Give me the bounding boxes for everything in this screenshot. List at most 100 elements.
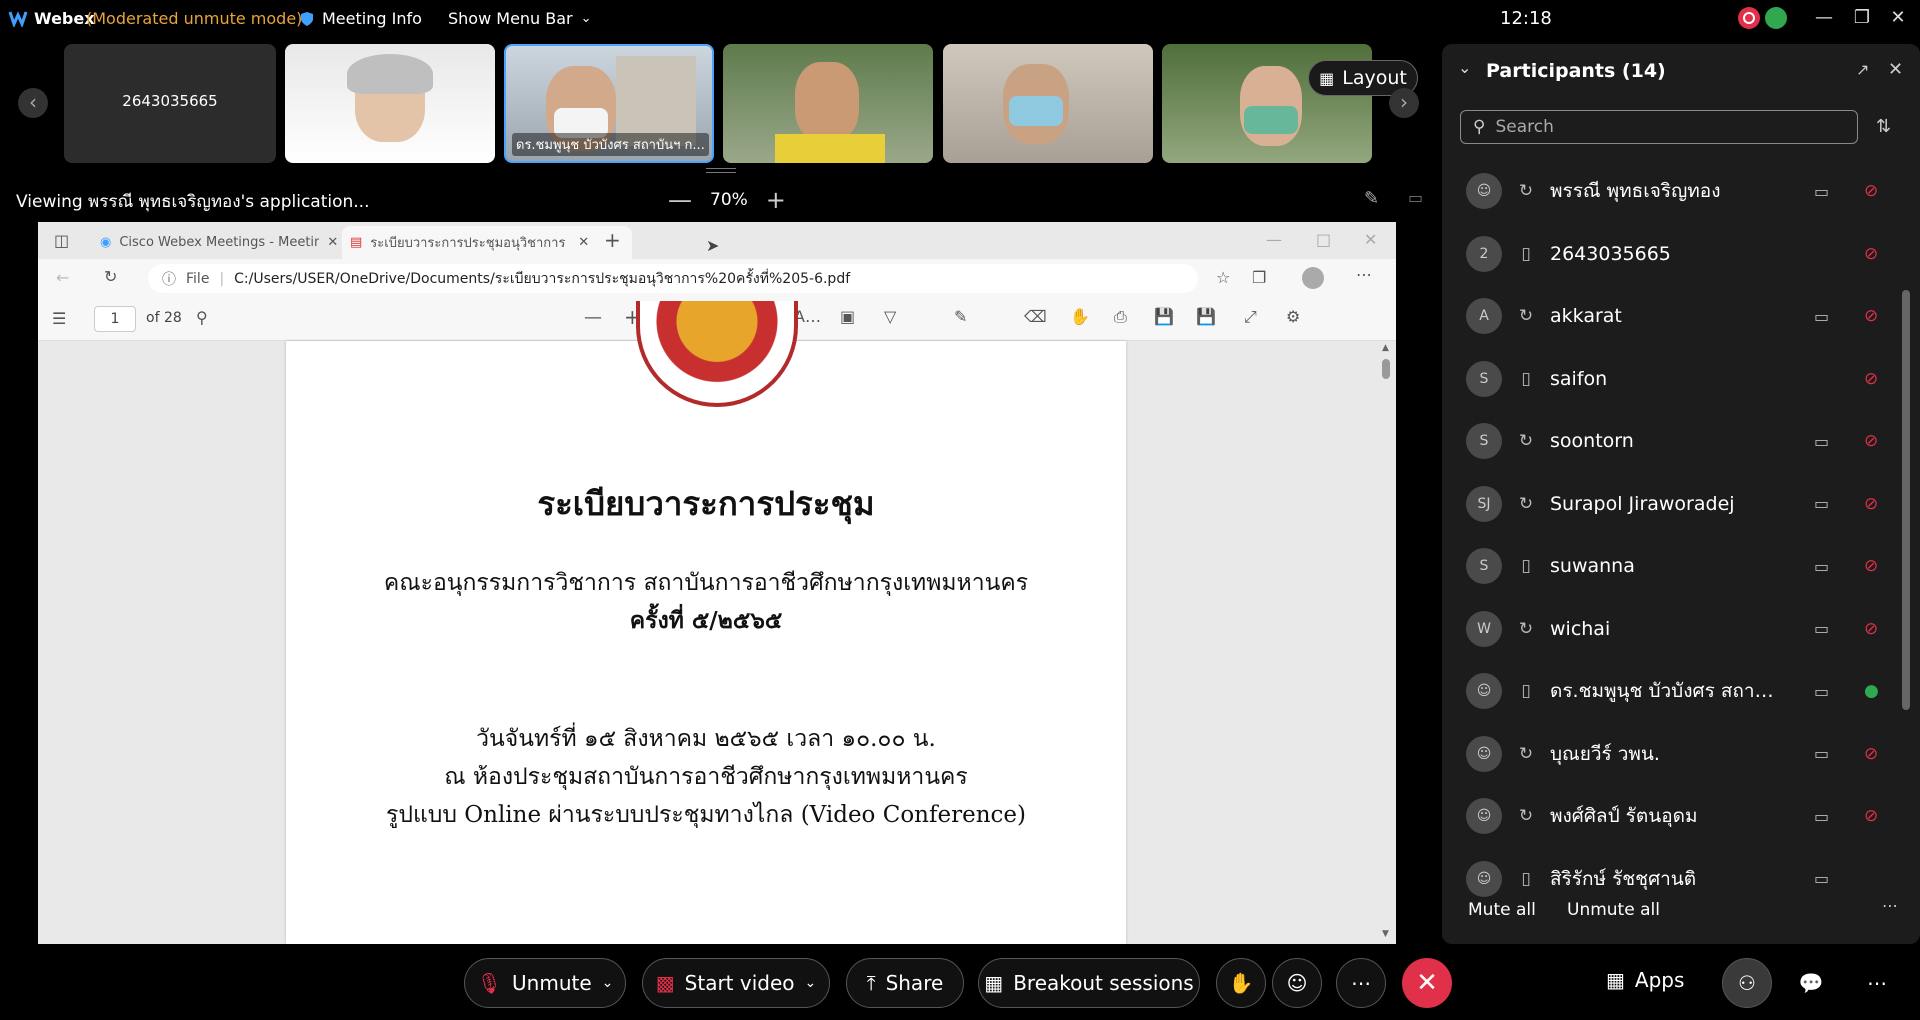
video-tile[interactable] — [723, 44, 933, 163]
maximize-icon[interactable]: □ — [1316, 230, 1331, 249]
camera-icon[interactable]: ▭ — [1814, 307, 1829, 326]
camera-icon[interactable]: ▭ — [1814, 682, 1829, 701]
draw-icon[interactable]: ▽ — [884, 307, 896, 326]
favorites-icon[interactable]: ☆ — [1216, 268, 1230, 287]
address-bar[interactable]: ⓘ File | C:/Users/USER/OneDrive/Document… — [148, 264, 1198, 293]
contents-icon[interactable]: ☰ — [52, 309, 66, 328]
participant-row[interactable]: ☺ ▯ สิริรักษ์ รัชชุศานติ ▭ — [1466, 854, 1886, 904]
chevron-down-icon[interactable]: ⌄ — [602, 975, 614, 991]
share-button[interactable]: ⤒ Share — [846, 958, 964, 1008]
filmstrip-next-button[interactable]: › — [1389, 88, 1419, 118]
participant-row[interactable]: S ↻ soontorn ▭ ⊘ — [1466, 416, 1886, 466]
profile-avatar[interactable] — [1302, 267, 1324, 289]
participant-row[interactable]: SJ ↻ Surapol Jiraworadej ▭ ⊘ — [1466, 479, 1886, 529]
mic-muted-icon[interactable]: ⊘ — [1864, 556, 1878, 576]
back-icon[interactable]: ← — [56, 268, 69, 287]
save-as-icon[interactable]: 💾 — [1196, 307, 1216, 326]
settings-icon[interactable]: ⚙ — [1286, 307, 1300, 326]
panel-scrollbar[interactable] — [1902, 290, 1910, 710]
close-tab-icon[interactable]: ✕ — [578, 235, 589, 250]
mute-all-button[interactable]: Mute all — [1468, 900, 1536, 920]
meeting-info-button[interactable]: Meeting Info — [300, 9, 422, 28]
minimize-icon[interactable]: — — [1266, 230, 1282, 249]
close-icon[interactable]: ✕ — [1364, 230, 1377, 249]
participants-toggle-button[interactable]: ⚇ — [1722, 958, 1772, 1008]
mic-muted-icon[interactable]: ⊘ — [1864, 744, 1878, 764]
camera-icon[interactable]: ▭ — [1814, 744, 1829, 763]
read-aloud-icon[interactable]: A… — [794, 307, 821, 326]
participant-row[interactable]: W ↻ wichai ▭ ⊘ — [1466, 604, 1886, 654]
participant-row[interactable]: 2 ▯ 2643035665 ⊘ — [1466, 229, 1886, 279]
tab-actions-icon[interactable]: ◫ — [54, 231, 69, 250]
search-icon[interactable]: ⚲ — [196, 308, 208, 327]
new-tab-icon[interactable]: + — [604, 228, 621, 252]
more-options-icon[interactable]: ⋯ — [1356, 265, 1372, 284]
zoom-out-icon[interactable]: — — [584, 307, 602, 328]
video-tile[interactable] — [285, 44, 495, 163]
mic-muted-icon[interactable]: ⊘ — [1864, 619, 1878, 639]
apps-button[interactable]: ▦ Apps — [1606, 968, 1684, 992]
text-box-icon[interactable]: ▣ — [840, 307, 855, 326]
more-panels-button[interactable]: ⋯ — [1852, 958, 1902, 1008]
camera-icon[interactable]: ▭ — [1814, 619, 1829, 638]
camera-icon[interactable]: ▭ — [1814, 807, 1829, 826]
mic-muted-icon[interactable]: ⊘ — [1864, 244, 1878, 264]
camera-icon[interactable]: ▭ — [1814, 494, 1829, 513]
annotate-icon[interactable]: ✎ — [1364, 188, 1379, 209]
zoom-out-button[interactable]: — — [668, 186, 692, 214]
zoom-in-button[interactable]: + — [766, 186, 786, 214]
participant-search-input[interactable]: ⚲ Search — [1460, 110, 1858, 144]
unmute-all-button[interactable]: Unmute all — [1567, 900, 1660, 920]
breakout-sessions-button[interactable]: ▦ Breakout sessions — [978, 958, 1200, 1008]
mic-muted-icon[interactable]: ⊘ — [1864, 806, 1878, 826]
close-tab-icon[interactable]: ✕ — [327, 235, 338, 250]
filmstrip-prev-button[interactable]: ‹ — [18, 88, 48, 118]
filmstrip-resize-handle[interactable] — [706, 168, 736, 173]
sort-icon[interactable]: ⇅ — [1876, 116, 1891, 137]
show-menu-bar-button[interactable]: Show Menu Bar ⌄ — [448, 9, 592, 28]
participant-row[interactable]: ☺ ↻ พรรณี พุทธเจริญทอง ▭ ⊘ — [1466, 166, 1886, 216]
start-video-button[interactable]: ▩ Start video ⌄ — [642, 958, 830, 1008]
pop-out-share-icon[interactable]: ▭ — [1408, 188, 1423, 207]
participant-row[interactable]: S ▯ saifon ⊘ — [1466, 354, 1886, 404]
reactions-button[interactable]: ☺ — [1272, 958, 1322, 1008]
browser-tab-webex[interactable]: ◉ Cisco Webex Meetings - Meeting ✕ — [92, 226, 378, 259]
minimize-window-icon[interactable]: — — [1804, 4, 1844, 32]
participant-row[interactable]: ☺ ↻ บุณยวีร์ วพน. ▭ ⊘ — [1466, 729, 1886, 779]
pdf-scrollbar[interactable]: ▲ ▼ — [1378, 341, 1394, 944]
pop-out-panel-icon[interactable]: ↗ — [1856, 60, 1869, 79]
scroll-down-icon[interactable]: ▼ — [1382, 929, 1389, 939]
scroll-thumb[interactable] — [1382, 359, 1390, 379]
scroll-up-icon[interactable]: ▲ — [1382, 343, 1389, 353]
browser-tab-pdf[interactable]: ▤ ระเบียบวาระการประชุมอนุวิชาการ ครั้ง ✕ — [342, 226, 632, 259]
more-options-button[interactable]: ⋯ — [1336, 958, 1386, 1008]
eraser-icon[interactable]: ⌫ — [1024, 307, 1047, 326]
participant-row[interactable]: ☺ ↻ พงศ์ศิลป์ รัตนอุดม ▭ ⊘ — [1466, 791, 1886, 841]
unmute-button[interactable]: 🎙 Unmute ⌄ — [464, 958, 626, 1008]
print-icon[interactable]: ⎙ — [1114, 307, 1127, 327]
highlight-icon[interactable]: ✎ — [954, 307, 967, 326]
video-tile[interactable] — [943, 44, 1153, 163]
recording-icon[interactable] — [1738, 7, 1760, 29]
leave-meeting-button[interactable]: ✕ — [1402, 958, 1452, 1008]
close-window-icon[interactable]: ✕ — [1878, 4, 1918, 32]
fullscreen-icon[interactable]: ⤢ — [1244, 307, 1257, 327]
camera-icon[interactable]: ▭ — [1814, 432, 1829, 451]
camera-icon[interactable]: ▭ — [1814, 557, 1829, 576]
video-tile[interactable]: 2643035665 — [64, 44, 276, 163]
network-stats-icon[interactable] — [1765, 7, 1787, 29]
mic-muted-icon[interactable]: ⊘ — [1864, 306, 1878, 326]
mic-muted-icon[interactable]: ⊘ — [1864, 494, 1878, 514]
camera-icon[interactable]: ▭ — [1814, 869, 1829, 888]
participant-row[interactable]: ☺ ▯ ดร.ชมพูนุช บัวบังศร สถาบั... ▭ ● — [1466, 666, 1886, 716]
mic-muted-icon[interactable]: ⊘ — [1864, 369, 1878, 389]
chat-button[interactable]: 💬 — [1786, 958, 1836, 1008]
video-tile-active[interactable]: ดร.ชมพูนุช บัวบังศร สถาบันฯ ก... — [504, 44, 714, 163]
mic-on-icon[interactable]: ● — [1864, 681, 1879, 701]
refresh-icon[interactable]: ↻ — [104, 267, 117, 286]
close-panel-icon[interactable]: ✕ — [1888, 59, 1903, 80]
page-number-input[interactable]: 1 — [94, 306, 136, 332]
camera-icon[interactable]: ▭ — [1814, 182, 1829, 201]
chevron-down-icon[interactable]: ⌄ — [805, 975, 817, 991]
raise-hand-button[interactable]: ✋ — [1216, 958, 1266, 1008]
